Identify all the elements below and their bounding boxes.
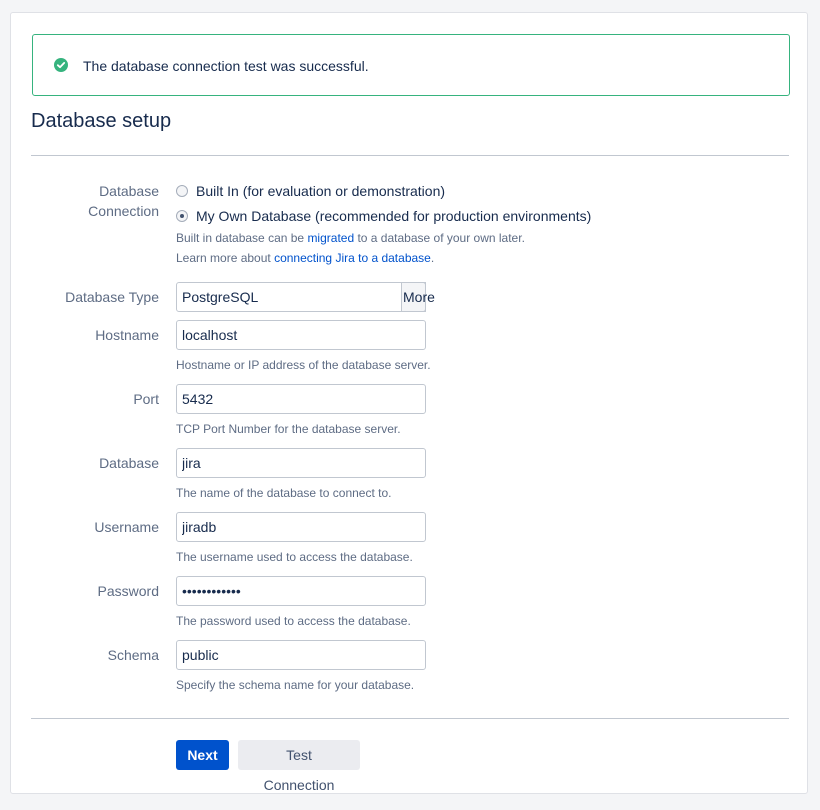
hostname-label: Hostname <box>95 327 159 343</box>
radio-own-row[interactable]: My Own Database (recommended for product… <box>176 206 591 226</box>
connection-help-learn: Learn more about connecting Jira to a da… <box>176 250 434 266</box>
radio-builtin-row[interactable]: Built In (for evaluation or demonstratio… <box>176 181 445 201</box>
radio-own-database[interactable] <box>176 210 188 222</box>
hostname-help: Hostname or IP address of the database s… <box>176 358 431 372</box>
connection-label: Database Connection <box>88 181 159 221</box>
radio-builtin[interactable] <box>176 185 188 197</box>
top-divider <box>31 155 789 156</box>
next-button[interactable]: Next <box>176 740 229 770</box>
bottom-divider <box>31 718 789 719</box>
connecting-jira-link[interactable]: connecting Jira to a database <box>274 251 431 265</box>
radio-own-label[interactable]: My Own Database (recommended for product… <box>196 206 591 226</box>
setup-panel: The database connection test was success… <box>10 12 808 794</box>
page-title: Database setup <box>31 110 172 132</box>
success-message: The database connection test was success… <box>83 58 369 74</box>
test-connection-button[interactable]: Test Connection <box>238 740 360 793</box>
username-label: Username <box>94 519 159 535</box>
schema-label: Schema <box>107 647 159 663</box>
database-type-label: Database Type <box>65 289 159 305</box>
schema-help: Specify the schema name for your databas… <box>176 678 415 692</box>
port-help: TCP Port Number for the database server. <box>176 422 401 436</box>
port-input[interactable] <box>176 384 426 414</box>
password-label: Password <box>97 583 159 599</box>
username-input[interactable] <box>176 512 426 542</box>
connection-help-migrate: Built in database can be migrated to a d… <box>176 230 525 246</box>
database-help: The name of the database to connect to. <box>176 486 392 500</box>
help-text: Learn more about <box>176 251 275 265</box>
password-help: The password used to access the database… <box>176 614 411 628</box>
hostname-input[interactable] <box>176 320 426 350</box>
check-circle-icon <box>54 58 68 72</box>
port-label: Port <box>133 391 159 407</box>
database-label: Database <box>99 455 159 471</box>
help-text: Built in database can be <box>176 231 308 245</box>
help-text: . <box>430 251 435 265</box>
radio-builtin-label[interactable]: Built In (for evaluation or demonstratio… <box>196 181 445 201</box>
connection-label-line1: Database <box>99 183 159 199</box>
migrated-link[interactable]: migrated <box>307 231 354 245</box>
username-help: The username used to access the database… <box>176 550 413 564</box>
success-banner: The database connection test was success… <box>32 34 790 96</box>
database-type-more-button[interactable]: More <box>401 282 435 312</box>
schema-input[interactable] <box>176 640 426 670</box>
database-type-select[interactable]: PostgreSQL <box>176 282 426 312</box>
database-input[interactable] <box>176 448 426 478</box>
password-input[interactable] <box>176 576 426 606</box>
connection-label-line2: Connection <box>88 203 159 219</box>
help-text: to a database of your own later. <box>354 231 525 245</box>
